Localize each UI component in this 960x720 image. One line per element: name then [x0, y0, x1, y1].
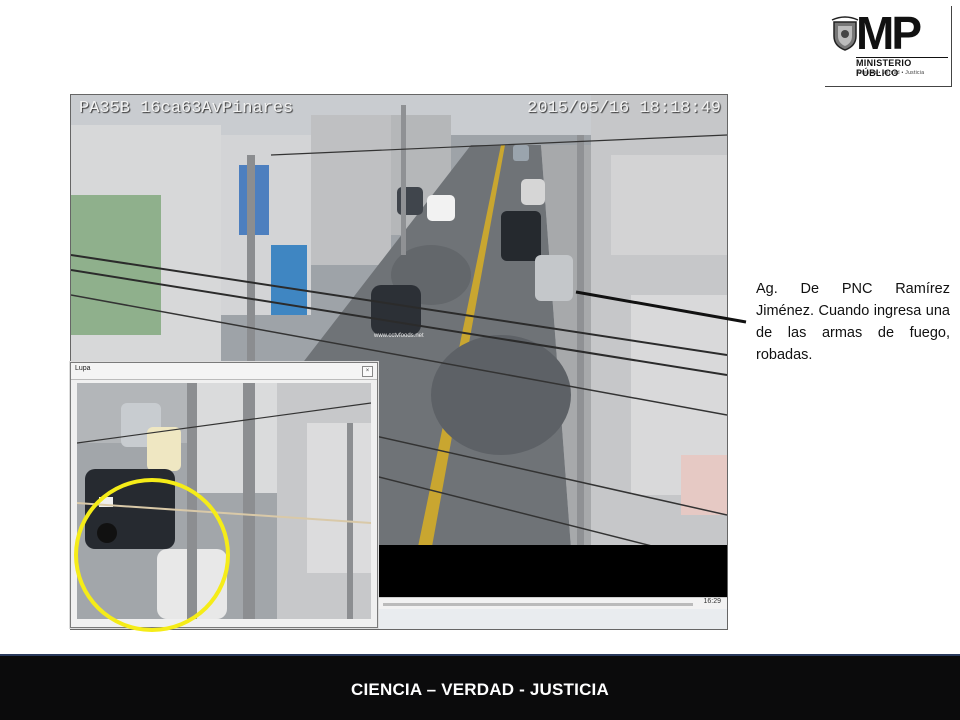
annotation-arrow: [575, 290, 747, 324]
footer-motto: CIENCIA – VERDAD - JUSTICIA: [351, 680, 609, 699]
footer-bar: CIENCIA – VERDAD - JUSTICIA: [0, 654, 960, 720]
annotation-text: Ag. De PNC Ramírez Jiménez. Cuando ingre…: [756, 281, 950, 363]
